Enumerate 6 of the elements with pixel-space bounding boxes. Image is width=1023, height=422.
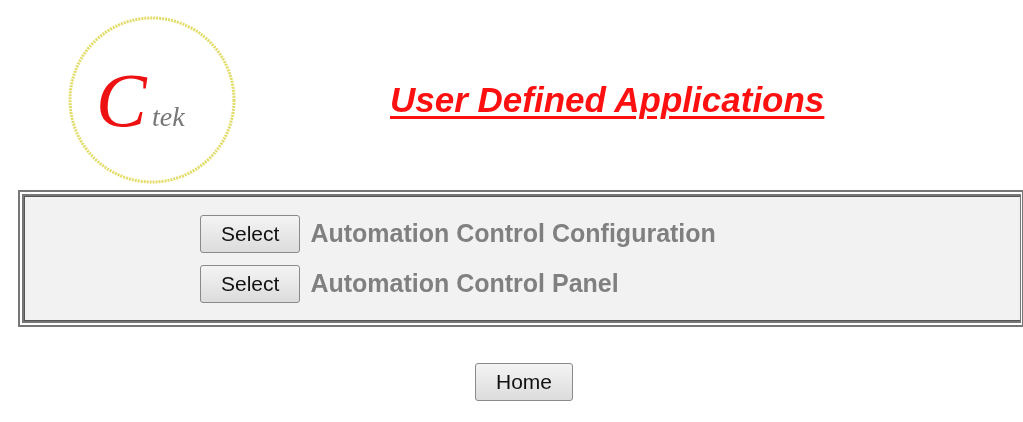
page-title: User Defined Applications — [390, 80, 825, 120]
application-name: Automation Control Panel — [310, 269, 619, 298]
select-button[interactable]: Select — [200, 264, 301, 303]
application-name: Automation Control Configuration — [310, 219, 716, 248]
select-button[interactable]: Select — [200, 214, 301, 253]
home-button[interactable]: Home — [475, 363, 573, 401]
